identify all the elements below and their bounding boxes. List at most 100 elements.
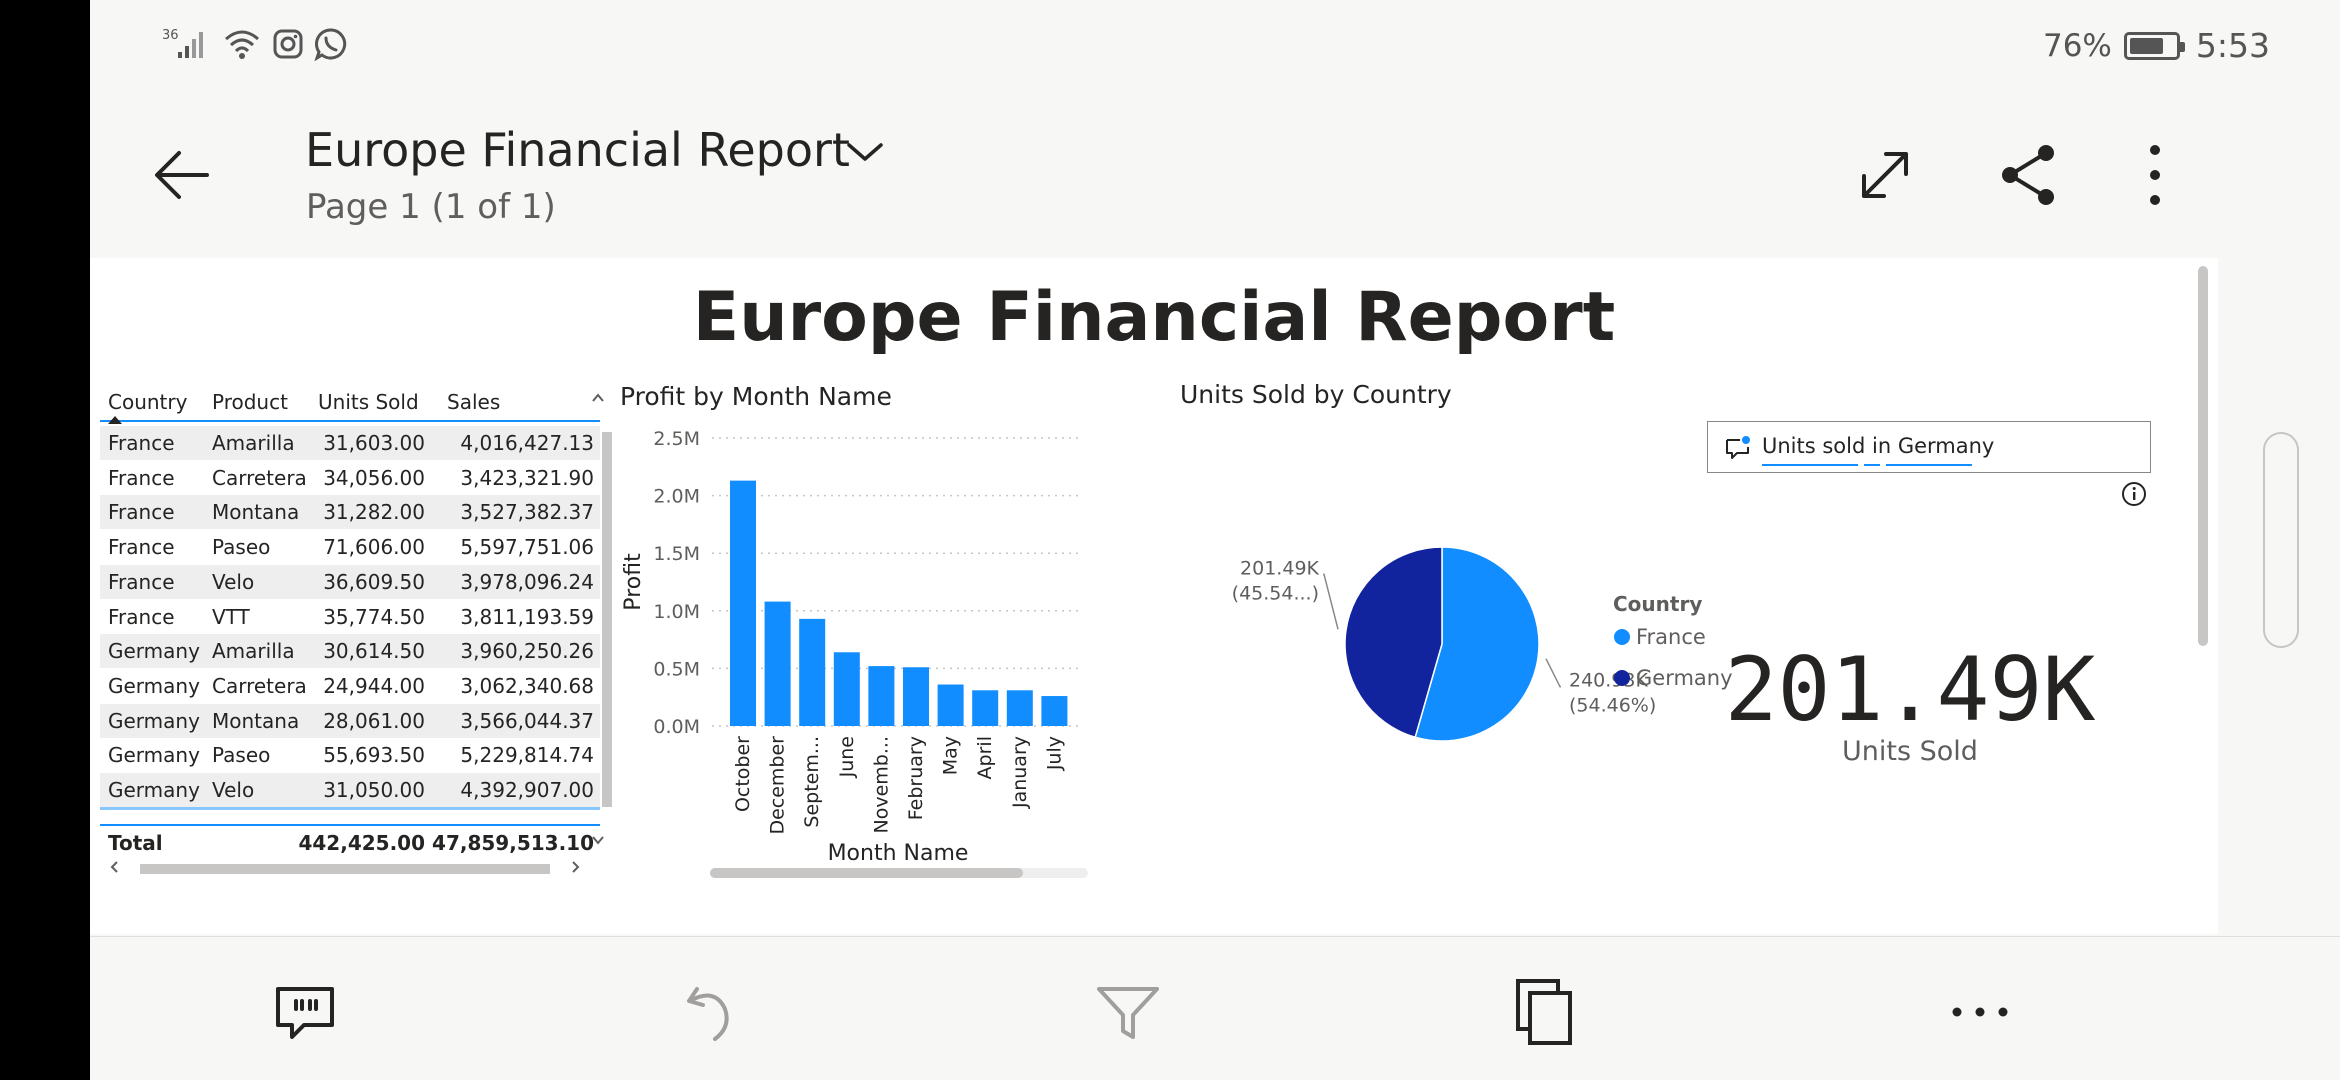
wifi-icon — [225, 30, 259, 59]
table-row[interactable]: Germany Carretera 24,944.00 3,062,340.68 — [100, 669, 600, 703]
more-horizontal-icon[interactable] — [1945, 977, 2015, 1047]
scroll-down-icon[interactable] — [591, 834, 605, 846]
cell-product: Amarilla — [212, 639, 295, 664]
x-tick-label: May — [940, 736, 962, 775]
bar-february[interactable] — [903, 667, 929, 726]
legend-marker — [1614, 629, 1630, 645]
clock: 5:53 — [2195, 26, 2270, 65]
bar-septem[interactable] — [799, 618, 826, 726]
cell-sales: 4,016,427.13 — [460, 431, 594, 455]
battery-percent: 76% — [2042, 27, 2112, 64]
slice-pct-label: (54.46%) — [1569, 695, 1656, 717]
cell-units-sold: 30,614.50 — [323, 639, 425, 664]
expand-icon[interactable] — [1850, 140, 1920, 210]
units-pie-chart[interactable]: Units Sold by Country 240.93K (54.46%) 201… — [1180, 376, 1740, 876]
scroll-right-icon[interactable] — [568, 860, 582, 874]
cell-sales: 3,811,193.59 — [460, 604, 594, 629]
cell-product: Montana — [212, 708, 300, 733]
table-row[interactable]: Germany Velo 31,050.00 4,392,907.00 — [100, 773, 600, 807]
table-horizontal-scrollbar[interactable] — [140, 864, 550, 874]
col-header-product[interactable]: Product — [212, 390, 288, 414]
total-label: Total — [108, 831, 163, 855]
table-row[interactable]: France Velo 36,609.50 3,978,096.24 — [100, 564, 600, 599]
table-row[interactable]: France Paseo 71,606.00 5,597,751.06 — [100, 530, 600, 564]
network-type-label: 36 — [162, 28, 179, 43]
card-value: 201.49K — [1724, 638, 2096, 741]
col-header-country[interactable]: Country — [108, 390, 187, 414]
more-vertical-icon[interactable] — [2120, 140, 2190, 210]
x-tick-label: July — [1043, 736, 1065, 771]
status-icons-right: 76% 5:53 — [2043, 26, 2340, 65]
table-row[interactable]: Germany Paseo 55,693.50 5,229,814.74 — [100, 738, 600, 772]
legend-title: Country — [1613, 592, 1702, 616]
info-icon[interactable] — [2120, 480, 2148, 508]
battery-icon — [2123, 31, 2185, 60]
status-icons-left: 36 — [162, 26, 348, 62]
report-title[interactable]: Europe Financial Report — [305, 123, 850, 177]
bar-july[interactable] — [1041, 696, 1068, 726]
comment-icon[interactable] — [270, 977, 340, 1047]
sort-ascending-icon — [108, 416, 122, 424]
back-arrow-icon[interactable] — [145, 135, 225, 215]
cell-sales: 3,062,340.68 — [460, 673, 594, 698]
bottom-toolbar — [90, 936, 2340, 1080]
table-row[interactable]: France Amarilla 31,603.00 4,016,427.13 — [100, 426, 600, 460]
bar-novemb[interactable] — [868, 666, 895, 726]
bar-may[interactable] — [937, 684, 964, 726]
card-label: Units Sold — [1842, 736, 1978, 767]
side-drawer-handle[interactable] — [2263, 432, 2299, 648]
table-visual[interactable]: Country Product Units Sold Sales France A… — [100, 378, 612, 878]
x-tick-label: June — [836, 736, 858, 778]
profit-bar-chart[interactable]: Profit by Month Name 0.0M 0.5M 1.0M 1.5M 2.0… — [620, 378, 1190, 878]
table-header: Country Product Units Sold Sales — [100, 378, 604, 424]
leader-line — [1545, 658, 1561, 688]
qna-term-underline — [1886, 464, 1972, 466]
cell-product: Carretera — [212, 673, 307, 698]
table-row[interactable]: France Carretera 34,056.00 3,423,321.90 — [100, 461, 600, 495]
qna-query[interactable]: Units sold in Germany — [1762, 434, 1994, 458]
cell-country: France — [108, 535, 175, 560]
bar-december[interactable] — [764, 601, 791, 726]
x-tick-label: Novemb... — [870, 736, 892, 833]
cell-country: Germany — [108, 673, 200, 698]
cell-product: Velo — [212, 569, 255, 594]
cell-units-sold: 55,693.50 — [323, 743, 425, 768]
qna-input[interactable]: Units sold in Germany — [1707, 421, 2151, 473]
total-sales: 47,859,513.10 — [432, 831, 594, 855]
undo-icon[interactable] — [675, 977, 745, 1047]
cell-product: VTT — [212, 604, 250, 629]
cell-sales: 3,566,044.37 — [460, 708, 594, 733]
cell-country: Germany — [108, 708, 200, 733]
bar-june[interactable] — [833, 652, 860, 726]
chevron-down-icon[interactable] — [840, 133, 890, 173]
y-tick-label: 2.0M — [653, 486, 700, 508]
cell-units-sold: 35,774.50 — [323, 604, 425, 629]
table-row[interactable]: France Montana 31,282.00 3,527,382.37 — [100, 495, 600, 530]
table-row[interactable]: Germany Amarilla 30,614.50 3,960,250.26 — [100, 634, 600, 669]
scroll-left-icon[interactable] — [108, 860, 122, 874]
table-row[interactable]: Germany Montana 28,061.00 3,566,044.37 — [100, 703, 600, 738]
bar-october[interactable] — [730, 480, 756, 726]
cell-sales: 3,527,382.37 — [460, 500, 594, 525]
table-row[interactable]: France VTT 35,774.50 3,811,193.59 — [100, 600, 600, 634]
table-vertical-scrollbar[interactable] — [602, 432, 612, 807]
bar-april[interactable] — [972, 690, 999, 726]
table-row-partial — [100, 807, 600, 823]
instagram-icon — [273, 29, 303, 59]
bar-january[interactable] — [1006, 690, 1033, 726]
share-icon[interactable] — [1993, 140, 2063, 210]
col-header-sales[interactable]: Sales — [447, 390, 500, 414]
status-bar: 36 76% 5:53 — [90, 0, 2340, 90]
scroll-up-icon[interactable] — [591, 392, 605, 404]
cell-units-sold: 31,282.00 — [323, 500, 425, 525]
col-header-units-sold[interactable]: Units Sold — [318, 390, 419, 414]
y-tick-label: 1.0M — [653, 601, 700, 623]
x-tick-label: February — [905, 736, 927, 820]
x-axis-title: Month Name — [828, 841, 969, 866]
pages-icon[interactable] — [1510, 977, 1580, 1047]
cell-sales: 3,960,250.26 — [460, 639, 594, 664]
filter-icon[interactable] — [1093, 977, 1163, 1047]
chart-scroll-thumb[interactable] — [710, 868, 1023, 878]
report-canvas: Europe Financial Report Country Product … — [90, 258, 2218, 934]
canvas-scrollbar[interactable] — [2198, 266, 2208, 646]
